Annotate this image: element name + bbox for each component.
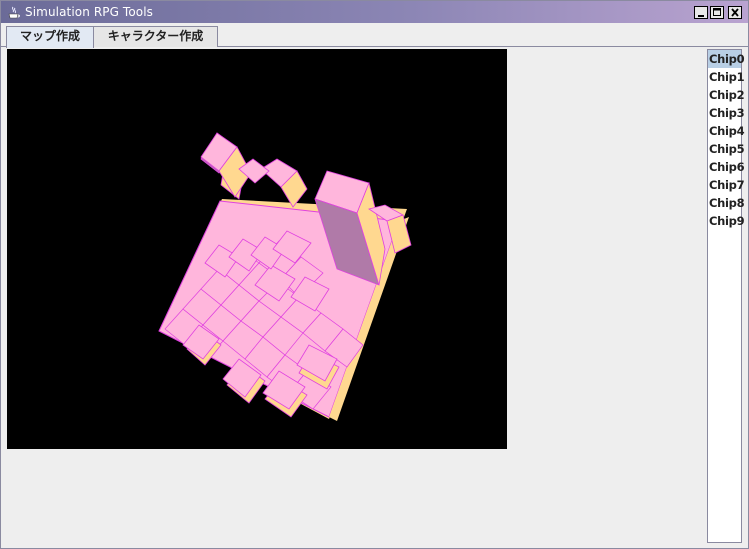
java-cup-icon [7,5,21,19]
chip-list-item[interactable]: Chip7 [708,176,745,194]
window-title: Simulation RPG Tools [25,5,153,19]
minimize-button[interactable] [694,6,708,19]
tab-label: マップ作成 [19,29,80,43]
close-icon [731,8,739,17]
close-button[interactable] [728,6,742,19]
chip-list-item[interactable]: Chip9 [708,212,745,230]
map-3d-render [158,132,412,421]
chip-list-item[interactable]: Chip6 [708,158,745,176]
maximize-button[interactable] [710,6,724,19]
map-3d-viewport[interactable] [7,49,507,449]
chip-list-item[interactable]: Chip3 [708,104,745,122]
tab-character-editor[interactable]: キャラクター作成 [93,26,218,47]
chip-list-item[interactable]: Chip0 [708,50,745,68]
chip-list-item[interactable]: Chip1 [708,68,745,86]
chip-list-item[interactable]: Chip4 [708,122,745,140]
chip-list-item[interactable]: Chip5 [708,140,745,158]
tab-label: キャラクター作成 [107,29,204,43]
chip-list-item[interactable]: Chip2 [708,86,745,104]
chip-list[interactable]: Chip0 Chip1 Chip2 Chip3 Chip4 Chip5 Chip… [707,49,745,543]
minimize-icon [698,15,704,17]
tab-map-editor[interactable]: マップ作成 [6,26,94,48]
app-window: Simulation RPG Tools マップ作成 キャラクター作成 Chip… [0,0,749,549]
title-bar[interactable]: Simulation RPG Tools [1,1,748,23]
map-tower-mid [238,158,308,208]
tab-bar: マップ作成 キャラクター作成 [1,23,748,48]
maximize-icon [713,8,721,16]
chip-list-item[interactable]: Chip8 [708,194,745,212]
